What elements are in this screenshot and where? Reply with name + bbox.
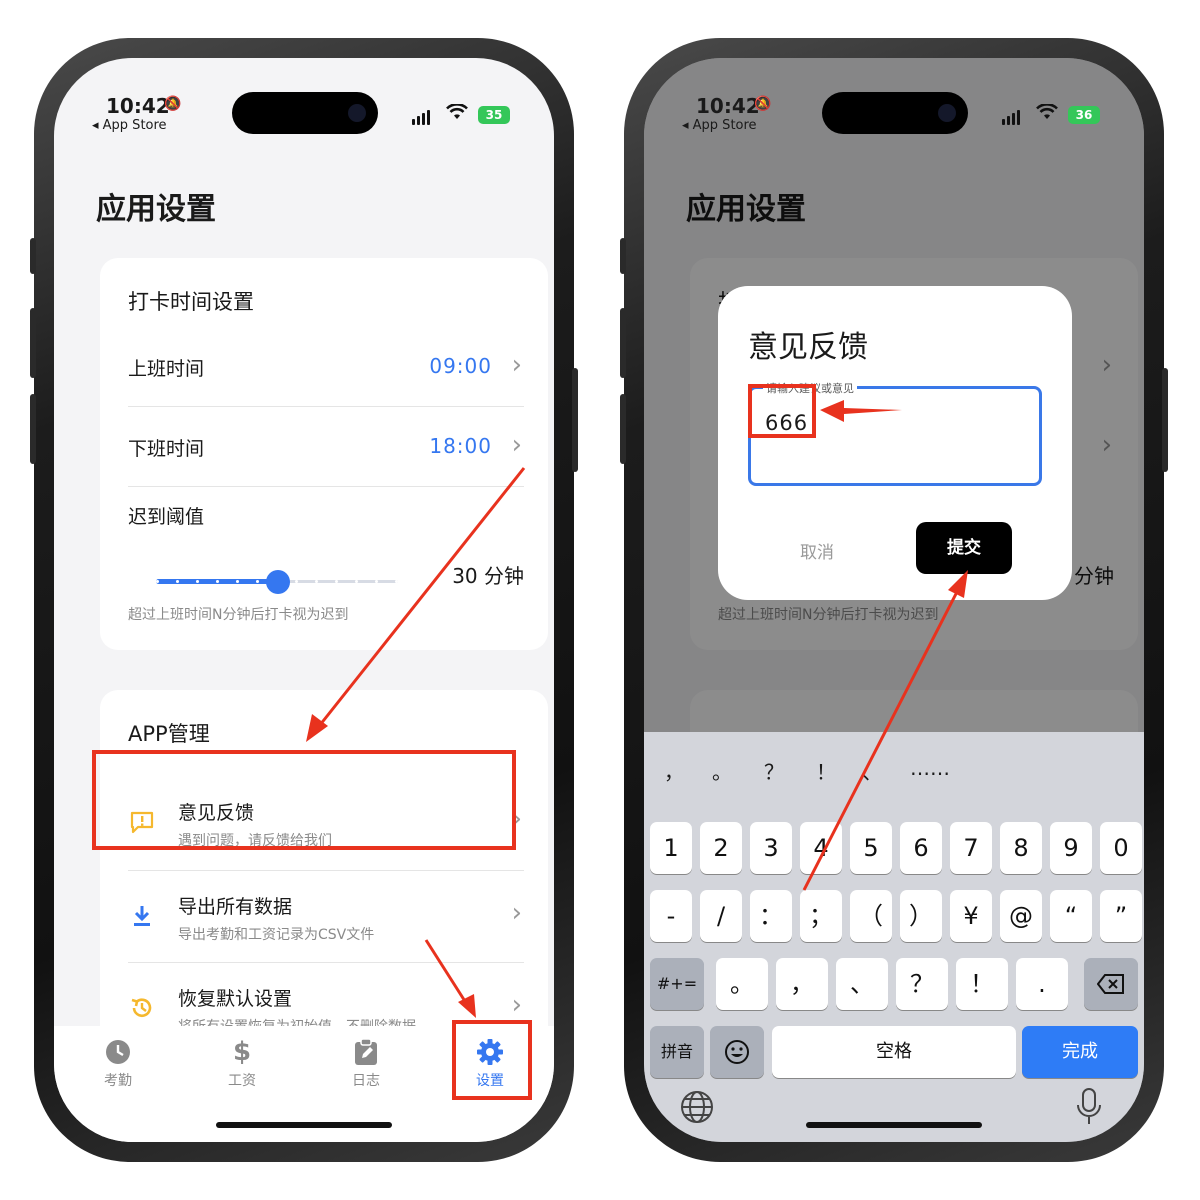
phone-right: 应用设置 打卡时间设置 上班时间 › 下班时间 › 迟到阈值 30 分钟 超过上… — [620, 38, 1168, 1162]
volume-up-button — [620, 308, 626, 378]
phone-left: 10:42 🔕 ◂ App Store 35 应用设置 打卡时间设置 上班时间 … — [30, 38, 578, 1162]
screen-feedback-dialog: 应用设置 打卡时间设置 上班时间 › 下班时间 › 迟到阈值 30 分钟 超过上… — [644, 58, 1144, 1142]
volume-up-button — [30, 308, 36, 378]
annotation-arrows — [306, 467, 526, 1018]
silent-switch — [30, 238, 36, 274]
power-button — [572, 368, 578, 472]
power-button — [1162, 368, 1168, 472]
volume-down-button — [620, 394, 626, 464]
silent-switch — [620, 238, 626, 274]
screen-settings: 10:42 🔕 ◂ App Store 35 应用设置 打卡时间设置 上班时间 … — [54, 58, 554, 1142]
volume-down-button — [30, 394, 36, 464]
annotation-arrows — [802, 400, 968, 891]
